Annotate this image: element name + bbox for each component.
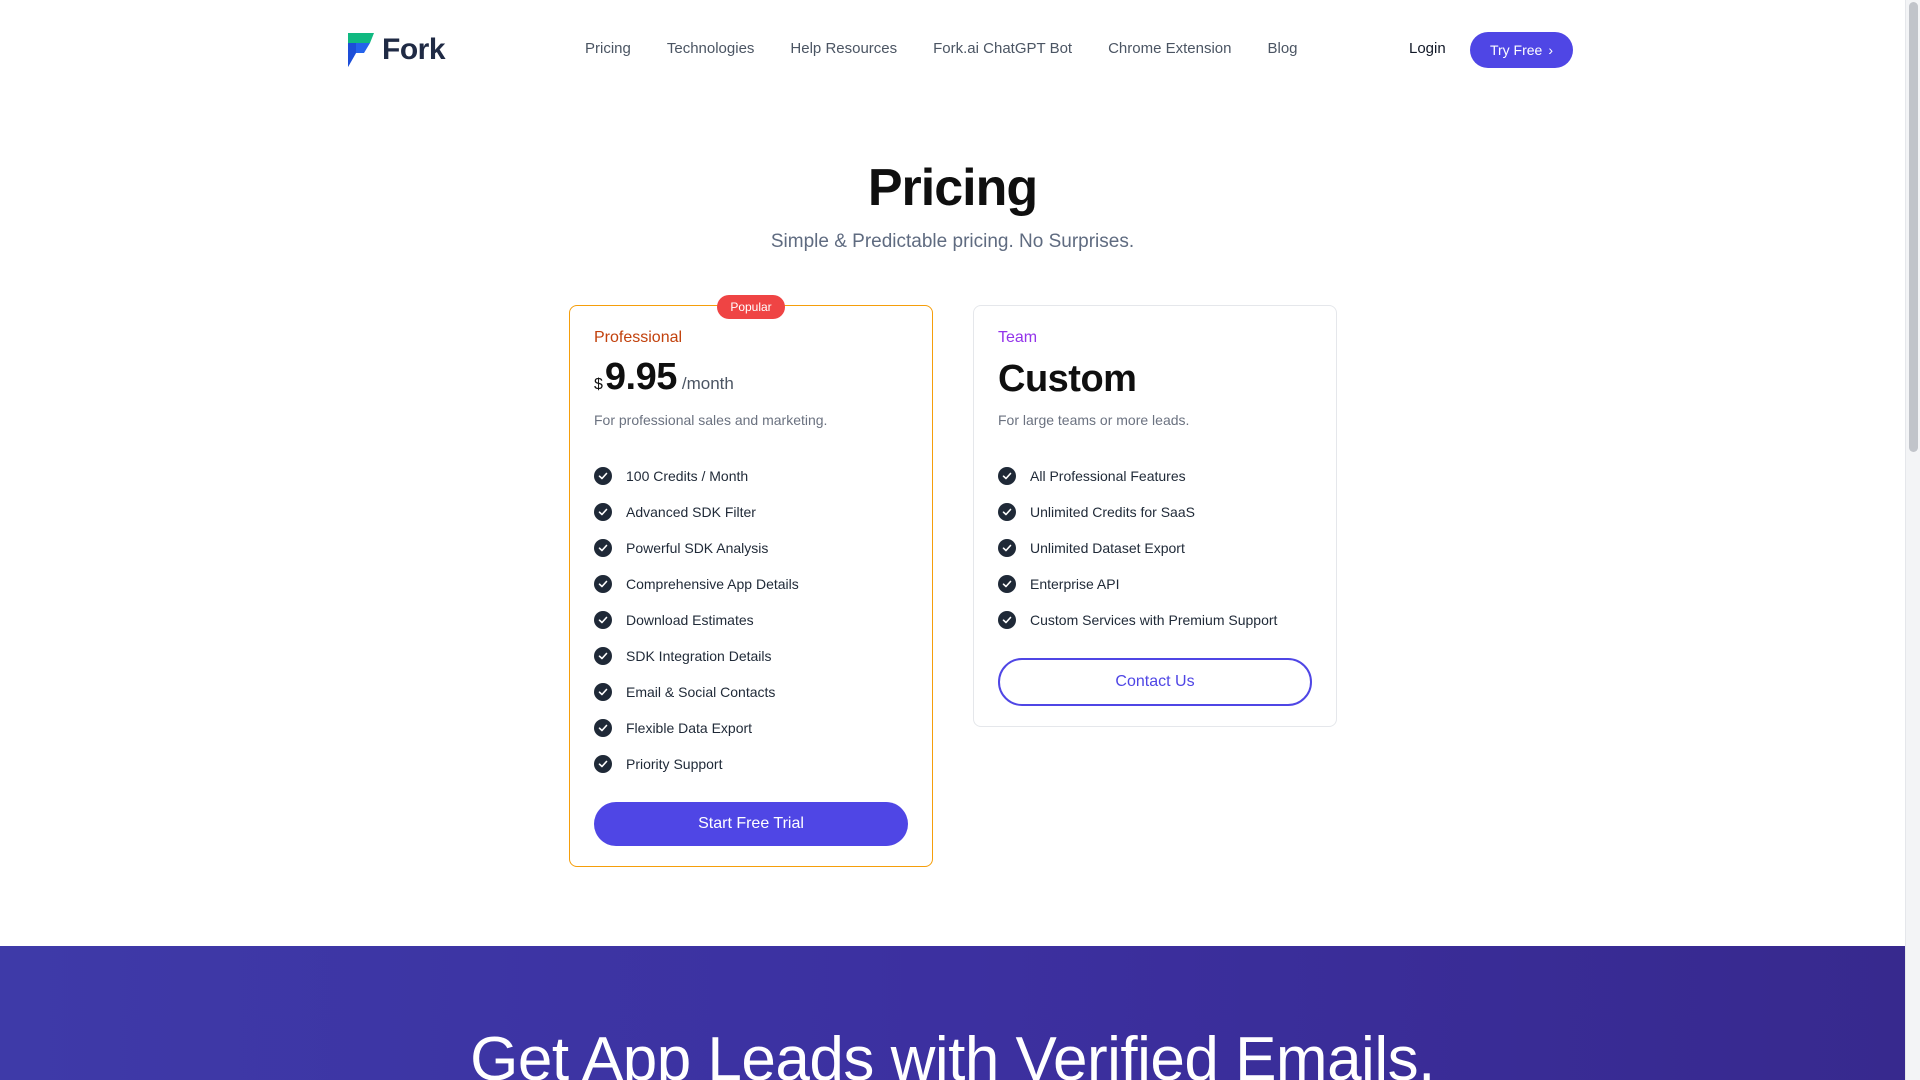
feature-label: Custom Services with Premium Support xyxy=(1030,612,1278,628)
feature-label: Powerful SDK Analysis xyxy=(626,540,769,556)
check-circle-icon xyxy=(594,755,612,773)
vertical-scrollbar[interactable] xyxy=(1905,0,1920,1080)
main-nav: Pricing Technologies Help Resources Fork… xyxy=(585,40,1298,57)
feature-label: Enterprise API xyxy=(1030,576,1120,592)
check-circle-icon xyxy=(998,611,1016,629)
feature-item: SDK Integration Details xyxy=(594,638,799,674)
nav-item-pricing[interactable]: Pricing xyxy=(585,40,631,57)
try-free-label: Try Free xyxy=(1489,42,1543,58)
site-header: Fork Pricing Technologies Help Resources… xyxy=(0,0,1905,100)
page-title: Pricing xyxy=(867,159,1038,217)
feature-label: Unlimited Credits for SaaS xyxy=(1030,504,1195,520)
check-circle-icon xyxy=(594,719,612,737)
contact-us-button[interactable]: Contact Us xyxy=(998,658,1312,706)
check-circle-icon xyxy=(594,539,612,557)
logo-link[interactable]: Fork xyxy=(346,33,446,67)
brand-name: Fork xyxy=(382,33,446,66)
nav-item-chrome-extension[interactable]: Chrome Extension xyxy=(1108,40,1231,57)
nav-item-help-resources[interactable]: Help Resources xyxy=(790,40,897,57)
check-circle-icon xyxy=(594,647,612,665)
feature-label: Unlimited Dataset Export xyxy=(1030,540,1185,556)
feature-item: Unlimited Credits for SaaS xyxy=(998,494,1277,530)
check-circle-icon xyxy=(998,539,1016,557)
plan-description: For large teams or more leads. xyxy=(998,412,1190,428)
cta-banner: Get App Leads with Verified Emails. xyxy=(0,946,1905,1080)
nav-item-chatgpt-bot[interactable]: Fork.ai ChatGPT Bot xyxy=(933,40,1072,57)
price-period: /month xyxy=(681,374,734,393)
login-link[interactable]: Login xyxy=(1409,40,1446,57)
price-amount: 9.95 xyxy=(604,356,677,398)
try-free-button[interactable]: Try Free › xyxy=(1470,32,1573,68)
plan-price: Custom xyxy=(998,358,1137,400)
plan-card-team: Team Custom For large teams or more lead… xyxy=(973,305,1337,727)
feature-item: Enterprise API xyxy=(998,566,1277,602)
check-circle-icon xyxy=(998,467,1016,485)
feature-label: Advanced SDK Filter xyxy=(626,504,756,520)
check-circle-icon xyxy=(594,683,612,701)
feature-item: Powerful SDK Analysis xyxy=(594,530,799,566)
plan-tier: Professional xyxy=(594,329,683,346)
check-circle-icon xyxy=(594,575,612,593)
feature-item: Download Estimates xyxy=(594,602,799,638)
check-circle-icon xyxy=(998,575,1016,593)
popular-badge: Popular xyxy=(717,295,785,319)
plan-card-professional: Popular Professional $ 9.95 /month For p… xyxy=(569,295,933,867)
feature-item: Advanced SDK Filter xyxy=(594,494,799,530)
plan-description: For professional sales and marketing. xyxy=(594,412,828,428)
nav-item-technologies[interactable]: Technologies xyxy=(667,40,755,57)
feature-label: Priority Support xyxy=(626,756,723,772)
check-circle-icon xyxy=(998,503,1016,521)
feature-item: Email & Social Contacts xyxy=(594,674,799,710)
chevron-right-icon: › xyxy=(1548,42,1554,58)
price-currency: $ xyxy=(594,376,603,393)
page: Fork Pricing Technologies Help Resources… xyxy=(0,0,1905,1080)
plan-price: $ 9.95 /month xyxy=(594,356,734,399)
feature-item: Unlimited Dataset Export xyxy=(998,530,1277,566)
start-free-trial-button[interactable]: Start Free Trial xyxy=(594,802,908,846)
page-subtitle: Simple & Predictable pricing. No Surpris… xyxy=(770,231,1135,252)
plan-tier: Team xyxy=(998,329,1038,346)
scrollbar-thumb[interactable] xyxy=(1909,2,1918,452)
feature-item: Custom Services with Premium Support xyxy=(998,602,1277,638)
feature-label: Comprehensive App Details xyxy=(626,576,799,592)
fork-logo-icon xyxy=(346,33,374,67)
feature-item: Flexible Data Export xyxy=(594,710,799,746)
feature-label: All Professional Features xyxy=(1030,468,1186,484)
feature-item: Priority Support xyxy=(594,746,799,782)
feature-list: All Professional Features Unlimited Cred… xyxy=(998,458,1277,638)
feature-label: 100 Credits / Month xyxy=(626,468,749,484)
check-circle-icon xyxy=(594,503,612,521)
banner-title: Get App Leads with Verified Emails. xyxy=(470,1025,1435,1080)
nav-item-blog[interactable]: Blog xyxy=(1268,40,1298,57)
check-circle-icon xyxy=(594,611,612,629)
feature-label: Download Estimates xyxy=(626,612,754,628)
feature-item: All Professional Features xyxy=(998,458,1277,494)
feature-item: Comprehensive App Details xyxy=(594,566,799,602)
check-circle-icon xyxy=(594,467,612,485)
feature-item: 100 Credits / Month xyxy=(594,458,799,494)
feature-label: Flexible Data Export xyxy=(626,720,753,736)
feature-label: SDK Integration Details xyxy=(626,648,772,664)
feature-label: Email & Social Contacts xyxy=(626,684,776,700)
feature-list: 100 Credits / Month Advanced SDK Filter … xyxy=(594,458,799,782)
